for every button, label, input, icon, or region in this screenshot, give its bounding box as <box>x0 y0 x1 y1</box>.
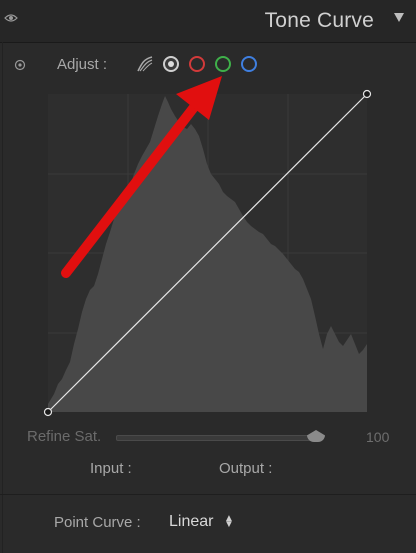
refine-sat-slider-track[interactable] <box>116 435 318 441</box>
refine-sat-label: Refine Sat. <box>27 428 102 445</box>
input-readout-label: Input : <box>90 460 132 477</box>
select-arrows-icon[interactable]: ▲ ▼ <box>224 514 234 530</box>
red-arrow-annotation <box>61 76 222 278</box>
output-readout-label: Output : <box>219 460 273 477</box>
tone-curve-panel: Tone Curve Adjust : Refine Sat. 100 Inpu… <box>0 0 416 553</box>
refine-sat-value[interactable]: 100 <box>366 429 389 445</box>
point-curve-select[interactable]: Linear <box>169 513 213 531</box>
section-divider <box>0 494 416 495</box>
point-curve-label: Point Curve : <box>54 514 141 531</box>
